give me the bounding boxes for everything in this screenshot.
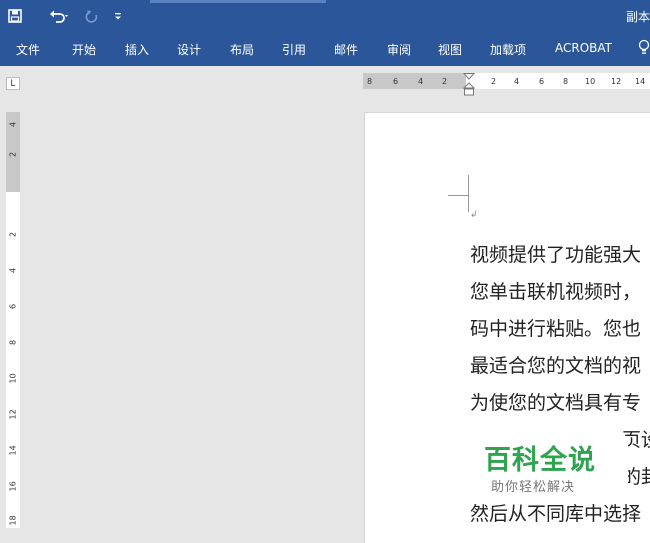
vertical-ruler[interactable]: 4 2 2 4 6 8 10 12 14 16 18	[6, 112, 20, 528]
customize-qat-icon[interactable]	[112, 6, 124, 26]
tab-selector[interactable]: L	[6, 77, 20, 90]
document-title: 副本	[625, 10, 650, 24]
redo-icon[interactable]	[84, 6, 100, 26]
ribbon-tabs: 文件 开始 插入 设计 布局 引用 邮件 审阅 视图 加载项 ACROBAT	[0, 32, 650, 66]
lightbulb-icon[interactable]	[638, 39, 650, 58]
tab-addins[interactable]: 加载项	[490, 41, 526, 58]
ruler-number: 12	[611, 77, 622, 86]
watermark-subtitle: 助你轻松解决	[491, 480, 576, 495]
ruler-number: 4	[418, 77, 424, 86]
ruler-number: 10	[8, 373, 18, 384]
tab-home[interactable]: 开始	[72, 41, 96, 58]
ruler-number: 2	[442, 77, 448, 86]
document-line[interactable]: 为使您的文档具有专	[470, 388, 641, 415]
ruler-number: 4	[8, 267, 18, 274]
ruler-number: 6	[539, 77, 545, 86]
ruler-number: 14	[8, 445, 18, 456]
ruler-number: 8	[563, 77, 569, 86]
paragraph-mark: ↲	[470, 209, 478, 219]
margin-corner-mark	[448, 175, 469, 196]
ruler-number: 6	[393, 77, 399, 86]
ruler-margin-left	[363, 73, 466, 89]
tab-view[interactable]: 视图	[438, 41, 462, 58]
tab-layout[interactable]: 布局	[230, 41, 254, 58]
document-line[interactable]: 最适合您的文档的视	[470, 351, 641, 378]
document-line[interactable]: 视频提供了功能强大	[470, 240, 641, 267]
ruler-number: 10	[585, 77, 596, 86]
document-line[interactable]: 然后从不同库中选择	[470, 499, 641, 526]
tab-mailings[interactable]: 邮件	[334, 41, 358, 58]
ruler-number: 4	[8, 121, 18, 128]
ruler-number: 14	[635, 77, 646, 86]
text-cursor	[468, 196, 469, 212]
document-line[interactable]: 码中进行粘贴。您也	[470, 314, 641, 341]
ruler-number: 2	[491, 77, 497, 86]
tab-review[interactable]: 审阅	[387, 41, 411, 58]
ruler-number: 8	[367, 77, 373, 86]
save-icon[interactable]	[6, 6, 24, 26]
document-line[interactable]: 您单击联机视频时，	[470, 277, 641, 304]
watermark-title: 百科全说	[484, 445, 596, 476]
tab-insert[interactable]: 插入	[125, 41, 149, 58]
ruler-number: 6	[8, 303, 18, 310]
indent-marker-icon[interactable]	[463, 73, 475, 99]
ruler-number: 12	[8, 409, 18, 420]
ruler-number: 4	[514, 77, 520, 86]
ruler-number: 16	[8, 481, 18, 492]
tab-file[interactable]: 文件	[16, 41, 40, 58]
title-bar-highlight	[150, 0, 326, 3]
undo-icon[interactable]	[48, 6, 72, 26]
tab-acrobat[interactable]: ACROBAT	[555, 41, 612, 55]
ruler-number: 2	[8, 151, 18, 158]
ruler-number: 2	[8, 231, 18, 238]
tab-design[interactable]: 设计	[177, 41, 201, 58]
ruler-number: 18	[8, 515, 18, 526]
title-bar: 副本	[0, 0, 650, 32]
tab-references[interactable]: 引用	[282, 41, 306, 58]
ruler-number: 8	[8, 339, 18, 346]
watermark-logo: 百科全说 助你轻松解决	[470, 436, 628, 498]
horizontal-ruler[interactable]: 8 6 4 2 2 4 6 8 10 12 14	[363, 73, 650, 96]
